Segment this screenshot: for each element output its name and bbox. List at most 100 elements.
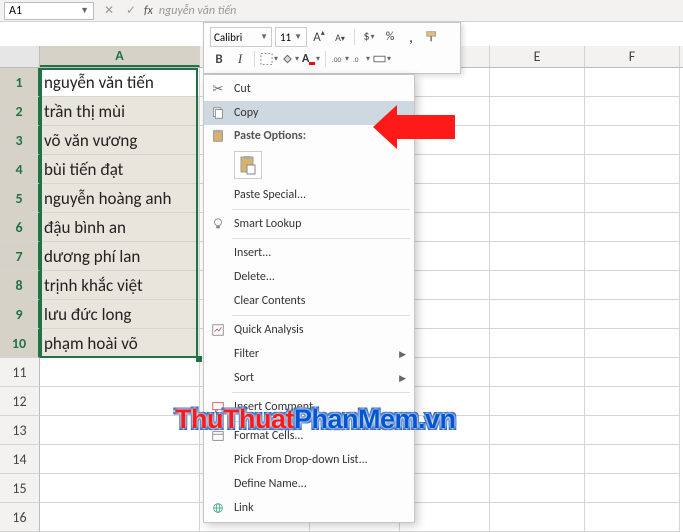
cell[interactable] (585, 271, 680, 300)
increase-font-button[interactable]: A▴ (310, 27, 328, 47)
font-name-selector[interactable]: Calibri▼ (210, 27, 272, 47)
row-header[interactable]: 7 (0, 242, 40, 271)
row-header[interactable]: 14 (0, 445, 40, 474)
row-header[interactable]: 11 (0, 358, 40, 387)
cell[interactable] (585, 126, 680, 155)
cell[interactable] (40, 474, 200, 503)
cell[interactable] (585, 416, 680, 445)
cell[interactable] (490, 503, 585, 532)
cell[interactable] (585, 387, 680, 416)
row-header[interactable]: 9 (0, 300, 40, 329)
column-header-E[interactable]: E (490, 46, 585, 67)
cell[interactable] (490, 242, 585, 271)
cell[interactable] (490, 300, 585, 329)
decrease-font-button[interactable]: A▾ (331, 27, 349, 47)
select-all-corner[interactable] (0, 46, 40, 67)
row-header[interactable]: 13 (0, 416, 40, 445)
cell[interactable] (490, 68, 585, 97)
row-header[interactable]: 4 (0, 155, 40, 184)
menu-sort[interactable]: Sort ▶ (204, 366, 414, 390)
decimal-increase-button[interactable]: .0▾ (352, 49, 370, 69)
menu-paste-special[interactable]: Paste Special... (204, 183, 414, 207)
cell[interactable] (490, 271, 585, 300)
cell[interactable] (585, 213, 680, 242)
cell[interactable] (585, 97, 680, 126)
font-color-button[interactable]: A▾ (302, 49, 320, 69)
cell[interactable] (490, 97, 585, 126)
menu-quick-analysis[interactable]: Quick Analysis (204, 318, 414, 342)
cell[interactable] (585, 155, 680, 184)
row-header[interactable]: 8 (0, 271, 40, 300)
merge-button[interactable]: ▾ (373, 49, 391, 69)
menu-cut[interactable]: ✂ Cut (204, 77, 414, 101)
format-painter-button[interactable] (423, 27, 441, 47)
menu-smart-lookup[interactable]: Smart Lookup (204, 212, 414, 236)
cell[interactable]: võ văn vương (40, 126, 200, 155)
cell[interactable]: phạm hoài võ (40, 329, 200, 358)
row-header[interactable]: 15 (0, 474, 40, 503)
row-header[interactable]: 3 (0, 126, 40, 155)
selection-fill-handle[interactable] (196, 356, 202, 362)
font-size-selector[interactable]: 11▼ (275, 27, 307, 47)
menu-link[interactable]: Link (204, 496, 414, 520)
cell[interactable] (490, 155, 585, 184)
fill-color-button[interactable]: ▾ (281, 49, 299, 69)
menu-delete[interactable]: Delete... (204, 265, 414, 289)
fx-icon[interactable]: fx (144, 4, 153, 18)
cell[interactable] (585, 358, 680, 387)
cell[interactable] (490, 445, 585, 474)
cell[interactable]: dương phí lan (40, 242, 200, 271)
row-header[interactable]: 10 (0, 329, 40, 358)
cell[interactable]: đậu bình an (40, 213, 200, 242)
cell[interactable] (585, 242, 680, 271)
menu-clear-contents[interactable]: Clear Contents (204, 289, 414, 313)
currency-button[interactable]: $▾ (360, 27, 378, 47)
cell[interactable] (585, 184, 680, 213)
cell[interactable]: trịnh khắc việt (40, 271, 200, 300)
formula-bar-value[interactable]: nguyễn văn tiến (159, 4, 236, 18)
italic-button[interactable]: I (231, 49, 249, 69)
column-header-A[interactable]: A (40, 46, 200, 67)
cell[interactable]: trần thị mùi (40, 97, 200, 126)
cell[interactable] (490, 184, 585, 213)
row-header[interactable]: 6 (0, 213, 40, 242)
row-header[interactable]: 5 (0, 184, 40, 213)
cell[interactable] (490, 387, 585, 416)
row-header[interactable]: 12 (0, 387, 40, 416)
chevron-down-icon[interactable]: ▼ (80, 5, 89, 16)
cell[interactable] (490, 126, 585, 155)
row-header[interactable]: 16 (0, 503, 40, 532)
cell[interactable]: lưu đức long (40, 300, 200, 329)
cell[interactable] (490, 329, 585, 358)
cell[interactable] (40, 445, 200, 474)
cell[interactable]: bùi tiến đạt (40, 155, 200, 184)
paste-option-default[interactable] (234, 151, 262, 179)
menu-pick-from-list[interactable]: Pick From Drop-down List... (204, 448, 414, 472)
bold-button[interactable]: B (210, 49, 228, 69)
cell[interactable] (490, 358, 585, 387)
menu-insert[interactable]: Insert... (204, 241, 414, 265)
cell[interactable] (490, 213, 585, 242)
cell[interactable] (585, 329, 680, 358)
cell[interactable] (585, 445, 680, 474)
cell[interactable] (585, 503, 680, 532)
row-header[interactable]: 1 (0, 68, 40, 97)
decimal-decrease-button[interactable]: .00▾ (331, 49, 349, 69)
cell[interactable] (490, 416, 585, 445)
cell[interactable] (40, 503, 200, 532)
column-header-F[interactable]: F (585, 46, 680, 67)
row-header[interactable]: 2 (0, 97, 40, 126)
menu-define-name[interactable]: Define Name... (204, 472, 414, 496)
cell[interactable] (585, 474, 680, 503)
cell[interactable]: nguyễn văn tiến (40, 68, 200, 97)
name-box[interactable]: A1 ▼ (4, 2, 94, 20)
percent-button[interactable]: % (381, 27, 399, 47)
borders-button[interactable]: ▾ (260, 49, 278, 69)
cell[interactable]: nguyễn hoàng anh (40, 184, 200, 213)
comma-button[interactable]: , (402, 27, 420, 47)
cell[interactable] (585, 300, 680, 329)
cell[interactable] (490, 474, 585, 503)
menu-filter[interactable]: Filter ▶ (204, 342, 414, 366)
cell[interactable] (585, 68, 680, 97)
cell[interactable] (40, 358, 200, 387)
